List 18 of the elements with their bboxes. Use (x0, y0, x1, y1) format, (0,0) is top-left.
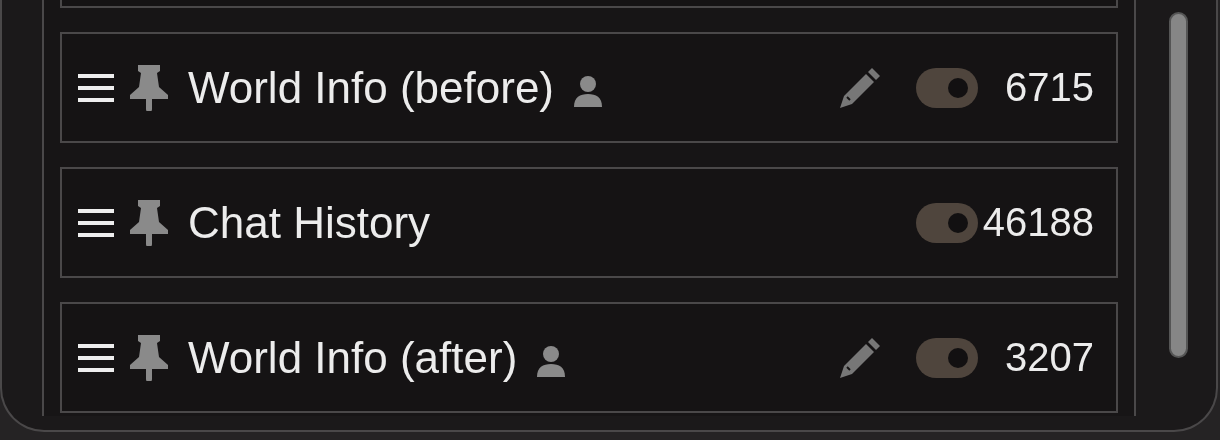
pin-icon[interactable] (130, 334, 168, 381)
pencil-icon[interactable] (838, 335, 882, 380)
prompt-name: World Info (before) (188, 62, 554, 113)
toggle-switch[interactable] (916, 67, 978, 108)
drag-handle-icon[interactable] (78, 207, 114, 238)
toggle-switch[interactable] (916, 202, 978, 243)
prompt-name: Chat History (188, 197, 431, 248)
pin-icon[interactable] (130, 199, 168, 246)
drag-handle-icon[interactable] (78, 342, 114, 373)
scrollbar-thumb[interactable] (1168, 12, 1188, 358)
pin-icon[interactable] (130, 64, 168, 111)
drag-handle-icon[interactable] (78, 72, 114, 103)
token-count: 6715 (1004, 65, 1095, 110)
token-count: 46188 (981, 200, 1095, 245)
toggle-switch[interactable] (916, 337, 978, 378)
token-count: 3207 (1004, 335, 1095, 380)
prompt-name: World Info (after) (188, 332, 518, 383)
pencil-icon[interactable] (838, 65, 882, 110)
